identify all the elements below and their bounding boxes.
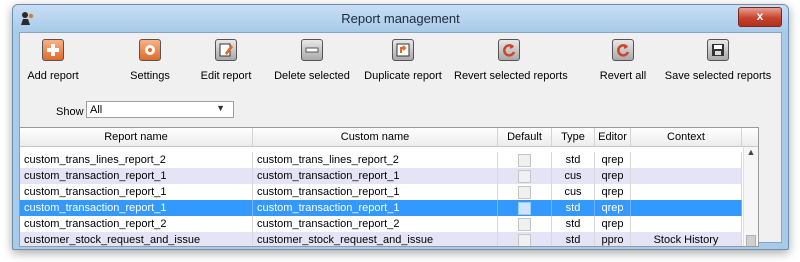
revert-icon <box>498 39 520 61</box>
revert-selected-reports-label: Revert selected reports <box>454 70 568 82</box>
default-cell <box>498 200 552 216</box>
custom-name-cell: customer_stock_request_and_issue <box>253 232 498 246</box>
report-name-cell: custom_transaction_report_2 <box>20 216 253 232</box>
settings-button[interactable]: Settings <box>118 39 182 82</box>
revert-selected-reports-button[interactable]: Revert selected reports <box>454 39 568 82</box>
custom-name-cell: custom_transaction_report_2 <box>253 216 498 232</box>
column-header-context[interactable]: Context <box>631 128 742 146</box>
type-cell: cus <box>552 184 595 200</box>
custom-name-cell: custom_transaction_report_1 <box>253 184 498 200</box>
column-header-default[interactable]: Default <box>498 128 552 146</box>
table-row-selected[interactable]: custom_transaction_report_1 custom_trans… <box>20 200 742 216</box>
report-name-cell: customer_stock_request_and_issue <box>20 232 253 246</box>
editor-cell: qrep <box>595 184 631 200</box>
table-row[interactable]: custom_transaction_report_1 custom_trans… <box>20 184 742 200</box>
plus-icon <box>42 39 64 61</box>
context-cell <box>631 152 742 168</box>
context-cell <box>631 168 742 184</box>
report-name-cell: custom_transaction_report_1 <box>20 168 253 184</box>
table-row[interactable]: custom_transaction_report_2 custom_trans… <box>20 216 742 232</box>
type-cell: std <box>552 200 595 216</box>
table-row[interactable]: custom_trans_lines_report_2 custom_trans… <box>20 152 742 168</box>
type-cell: std <box>552 216 595 232</box>
editor-cell: qrep <box>595 168 631 184</box>
table-row[interactable]: custom_transaction_report_1 custom_trans… <box>20 168 742 184</box>
edit-report-button[interactable]: Edit report <box>194 39 258 82</box>
revert-all-button[interactable]: Revert all <box>592 39 654 82</box>
column-header-type[interactable]: Type <box>552 128 595 146</box>
column-header-editor[interactable]: Editor <box>595 128 631 146</box>
table-row[interactable]: customer_stock_request_and_issue custome… <box>20 232 742 246</box>
show-label: Show <box>56 106 84 118</box>
custom-name-cell: custom_transaction_report_1 <box>253 200 498 216</box>
custom-name-cell: custom_transaction_report_1 <box>253 168 498 184</box>
revert-all-label: Revert all <box>599 70 647 82</box>
context-cell <box>631 184 742 200</box>
revert-all-icon <box>612 39 634 61</box>
gear-icon <box>139 39 161 61</box>
duplicate-icon <box>392 39 414 61</box>
window-content: Add report Settings Edit report Delete s… <box>19 32 782 247</box>
scroll-up-icon[interactable]: ▲ <box>744 147 758 157</box>
window-title: Report management <box>341 11 460 26</box>
context-cell: Stock History <box>631 232 742 246</box>
context-cell <box>631 216 742 232</box>
column-header-custom-name[interactable]: Custom name <box>253 128 498 146</box>
vertical-scrollbar[interactable]: ▲ <box>743 147 758 246</box>
edit-report-label: Edit report <box>200 70 252 82</box>
delete-selected-label: Delete selected <box>274 70 350 82</box>
report-management-window: Report management x Add report Settings … <box>12 4 789 250</box>
save-icon <box>707 39 729 61</box>
edit-icon <box>215 39 237 61</box>
type-cell: cus <box>552 168 595 184</box>
custom-name-cell: custom_trans_lines_report_2 <box>253 152 498 168</box>
default-checkbox[interactable] <box>518 153 531 167</box>
editor-cell: qrep <box>595 152 631 168</box>
show-select[interactable]: All ▼ <box>86 101 234 118</box>
default-cell <box>498 168 552 184</box>
add-report-label: Add report <box>27 70 79 82</box>
add-report-button[interactable]: Add report <box>21 39 85 82</box>
report-name-cell: custom_transaction_report_1 <box>20 200 253 216</box>
default-checkbox[interactable] <box>518 233 531 246</box>
minus-icon <box>301 39 323 61</box>
editor-cell: ppro <box>595 232 631 246</box>
default-cell <box>498 232 552 246</box>
settings-label: Settings <box>130 70 170 82</box>
default-checkbox[interactable] <box>518 217 531 231</box>
default-checkbox[interactable] <box>518 201 531 215</box>
save-selected-reports-button[interactable]: Save selected reports <box>664 39 772 82</box>
chevron-down-icon[interactable]: ▼ <box>216 103 225 113</box>
delete-selected-button[interactable]: Delete selected <box>272 39 352 82</box>
default-cell <box>498 184 552 200</box>
report-name-cell: custom_transaction_report_1 <box>20 184 253 200</box>
default-cell <box>498 152 552 168</box>
report-name-cell: custom_trans_lines_report_2 <box>20 152 253 168</box>
duplicate-report-label: Duplicate report <box>364 70 442 82</box>
title-bar[interactable]: Report management x <box>13 5 788 31</box>
default-checkbox[interactable] <box>518 169 531 183</box>
type-cell: std <box>552 152 595 168</box>
duplicate-report-button[interactable]: Duplicate report <box>360 39 446 82</box>
save-selected-reports-label: Save selected reports <box>664 70 772 82</box>
type-cell: std <box>552 232 595 246</box>
column-header-report-name[interactable]: Report name <box>20 128 253 146</box>
context-cell <box>631 200 742 216</box>
table-header: Report name Custom name Default Type Edi… <box>20 128 758 147</box>
default-checkbox[interactable] <box>518 185 531 199</box>
scrollbar-thumb[interactable] <box>746 235 756 246</box>
default-cell <box>498 216 552 232</box>
show-value: All <box>90 104 103 116</box>
editor-cell: qrep <box>595 216 631 232</box>
editor-cell: qrep <box>595 200 631 216</box>
report-table: Report name Custom name Default Type Edi… <box>19 127 759 247</box>
close-button[interactable]: x <box>738 7 782 27</box>
